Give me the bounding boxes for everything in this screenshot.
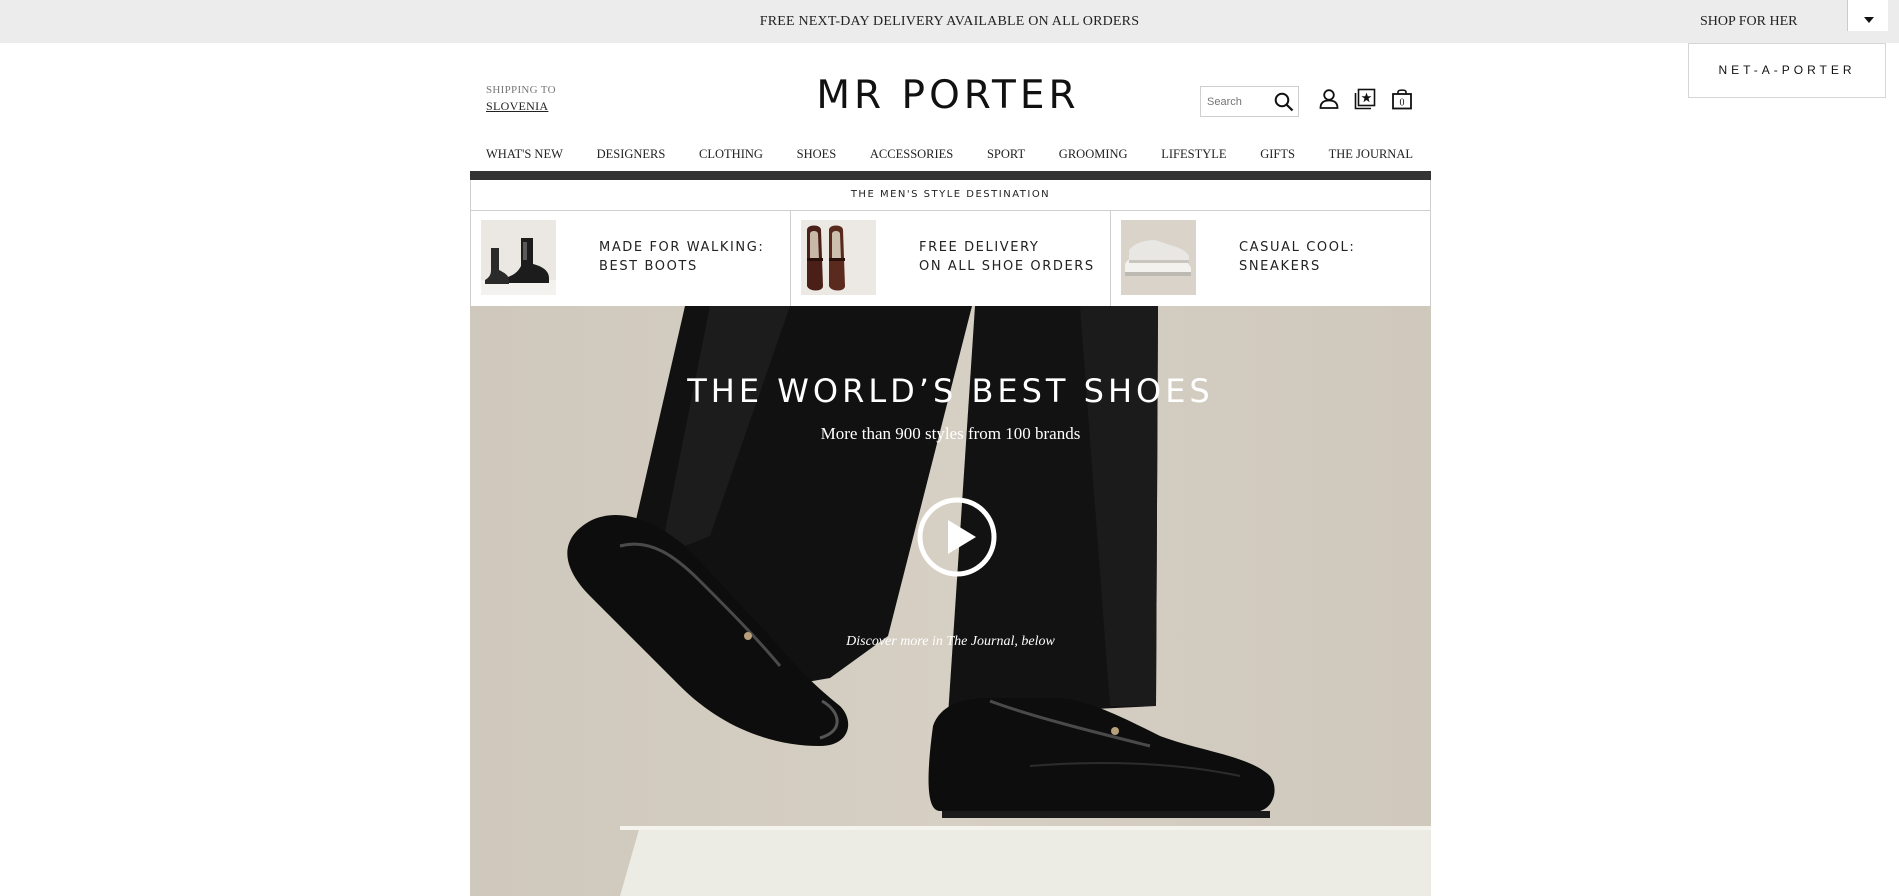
nav-divider-band — [470, 171, 1431, 180]
nav-sport[interactable]: SPORT — [987, 147, 1025, 165]
nav-accessories[interactable]: ACCESSORIES — [870, 147, 953, 165]
top-banner: FREE NEXT-DAY DELIVERY AVAILABLE ON ALL … — [0, 0, 1899, 43]
shopping-bag-icon[interactable]: 0 — [1391, 88, 1413, 110]
main-navigation: WHAT'S NEW DESIGNERS CLOTHING SHOES ACCE… — [486, 147, 1413, 165]
shipping-label: SHIPPING TO — [486, 84, 556, 96]
boots-thumbnail — [481, 220, 556, 295]
hero-banner[interactable]: THE WORLD’S BEST SHOES More than 900 sty… — [470, 306, 1431, 896]
search-icon[interactable] — [1274, 92, 1294, 112]
promo-line: SNEAKERS — [1239, 259, 1321, 274]
promo-best-boots-text: MADE FOR WALKING: BEST BOOTS — [599, 238, 764, 276]
promo-free-delivery-text: FREE DELIVERY ON ALL SHOE ORDERS — [919, 238, 1095, 276]
promo-sneakers-text: CASUAL COOL: SNEAKERS — [1239, 238, 1355, 276]
nav-shoes[interactable]: SHOES — [797, 147, 837, 165]
promo-best-boots[interactable]: MADE FOR WALKING: BEST BOOTS — [471, 211, 791, 306]
play-icon[interactable] — [916, 496, 998, 578]
sneakers-thumbnail — [1121, 220, 1196, 295]
site-logo[interactable]: MR PORTER — [790, 73, 1106, 118]
bag-count: 0 — [1400, 98, 1405, 109]
nav-designers[interactable]: DESIGNERS — [597, 147, 666, 165]
shop-for-her-dropdown[interactable] — [1847, 0, 1888, 31]
hero-headline: THE WORLD’S BEST SHOES — [687, 372, 1214, 410]
search-input[interactable] — [1201, 87, 1271, 116]
search-box[interactable] — [1200, 86, 1299, 117]
promo-line: CASUAL COOL: — [1239, 240, 1356, 255]
hero-subhead: More than 900 styles from 100 brands — [820, 424, 1081, 443]
shipping-destination: SHIPPING TO SLOVENIA — [486, 84, 556, 114]
nav-clothing[interactable]: CLOTHING — [699, 147, 763, 165]
promo-line: FREE DELIVERY — [919, 240, 1040, 255]
chevron-down-icon — [1864, 17, 1874, 23]
nav-grooming[interactable]: GROOMING — [1059, 147, 1128, 165]
shipping-country-link[interactable]: SLOVENIA — [486, 99, 556, 114]
promo-strip: MADE FOR WALKING: BEST BOOTS FREE DELIVE… — [470, 210, 1431, 306]
nav-lifestyle[interactable]: LIFESTYLE — [1161, 147, 1226, 165]
loafers-thumbnail — [801, 220, 876, 295]
tagline: THE MEN'S STYLE DESTINATION — [470, 180, 1431, 210]
discover-journal-text[interactable]: Discover more in The Journal, below — [470, 634, 1431, 650]
promo-sneakers[interactable]: CASUAL COOL: SNEAKERS — [1111, 211, 1430, 306]
nav-whats-new[interactable]: WHAT'S NEW — [486, 147, 563, 165]
nav-the-journal[interactable]: THE JOURNAL — [1329, 147, 1413, 165]
promo-line: ON ALL SHOE ORDERS — [919, 259, 1095, 274]
net-a-porter-link[interactable]: NET-A-PORTER — [1688, 43, 1886, 98]
shop-for-her-link[interactable]: SHOP FOR HER — [1700, 0, 1798, 43]
account-icon[interactable] — [1318, 88, 1340, 110]
delivery-promo-text: FREE NEXT-DAY DELIVERY AVAILABLE ON ALL … — [759, 14, 1140, 29]
promo-free-delivery[interactable]: FREE DELIVERY ON ALL SHOE ORDERS — [791, 211, 1111, 306]
promo-line: BEST BOOTS — [599, 259, 698, 274]
nav-gifts[interactable]: GIFTS — [1260, 147, 1295, 165]
promo-line: MADE FOR WALKING: — [599, 240, 765, 255]
wishlist-icon[interactable] — [1354, 88, 1376, 110]
